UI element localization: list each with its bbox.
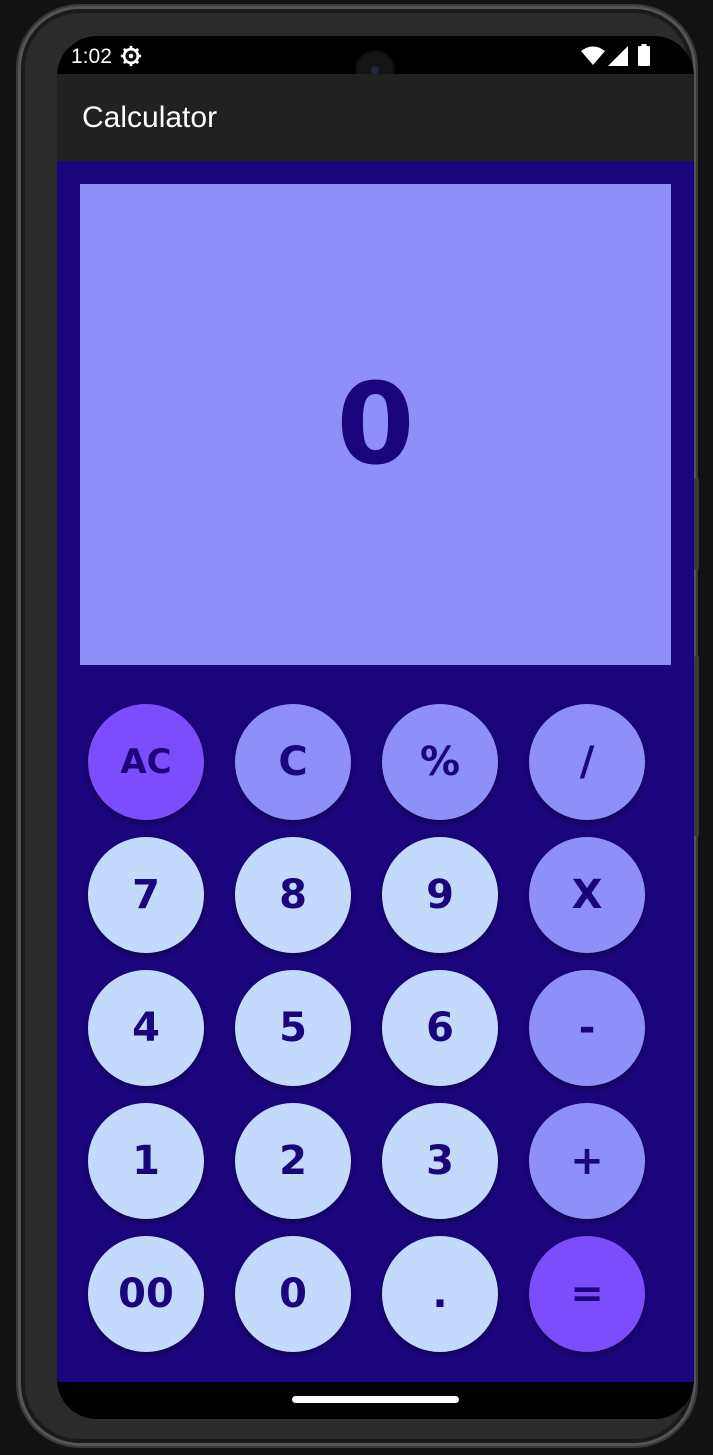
calculator-body: 0 AC C % / 7 8 9 X 4 5 6 - 1 2 3 + 00 0 … (57, 161, 694, 1382)
display-value: 0 (336, 359, 415, 490)
device-screen: 1:02 Calculator 0 AC C % / 7 8 9 X 4 5 6… (57, 36, 694, 1419)
status-bar: 1:02 (57, 36, 694, 88)
percent-button[interactable]: % (382, 704, 498, 820)
digit-1-button[interactable]: 1 (88, 1103, 204, 1219)
navigation-bar (57, 1382, 694, 1419)
divide-button[interactable]: / (529, 704, 645, 820)
digit-8-button[interactable]: 8 (235, 837, 351, 953)
double-zero-button[interactable]: 00 (88, 1236, 204, 1352)
home-gesture-handle[interactable] (292, 1396, 459, 1403)
digit-4-button[interactable]: 4 (88, 970, 204, 1086)
result-display: 0 (80, 184, 671, 665)
app-title: Calculator (82, 101, 218, 134)
digit-5-button[interactable]: 5 (235, 970, 351, 1086)
volume-button (694, 478, 699, 570)
clear-button[interactable]: C (235, 704, 351, 820)
all-clear-button[interactable]: AC (88, 704, 204, 820)
multiply-button[interactable]: X (529, 837, 645, 953)
digit-0-button[interactable]: 0 (235, 1236, 351, 1352)
add-button[interactable]: + (529, 1103, 645, 1219)
digit-6-button[interactable]: 6 (382, 970, 498, 1086)
digit-3-button[interactable]: 3 (382, 1103, 498, 1219)
equals-button[interactable]: = (529, 1236, 645, 1352)
cellular-signal-icon (608, 46, 628, 66)
digit-7-button[interactable]: 7 (88, 837, 204, 953)
app-bar: Calculator (57, 74, 694, 161)
digit-2-button[interactable]: 2 (235, 1103, 351, 1219)
decimal-point-button[interactable]: . (382, 1236, 498, 1352)
digit-9-button[interactable]: 9 (382, 837, 498, 953)
phone-frame: 1:02 Calculator 0 AC C % / 7 8 9 X 4 5 6… (18, 6, 699, 1446)
status-time: 1:02 (71, 45, 112, 68)
power-button (694, 656, 699, 836)
battery-icon (638, 44, 650, 66)
keypad: AC C % / 7 8 9 X 4 5 6 - 1 2 3 + 00 0 . … (88, 704, 648, 1352)
settings-gear-icon (120, 45, 142, 67)
wifi-icon (581, 46, 605, 65)
subtract-button[interactable]: - (529, 970, 645, 1086)
